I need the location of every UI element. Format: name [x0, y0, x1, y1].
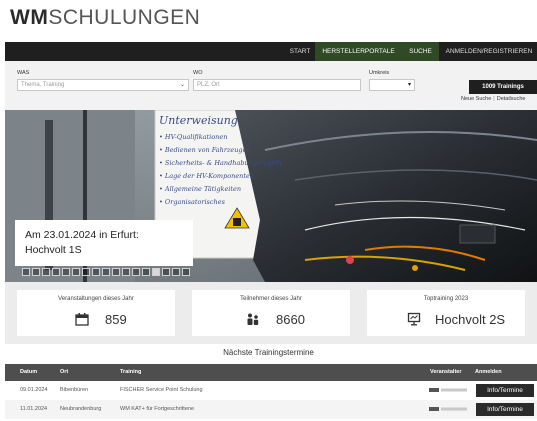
was-label: WAS	[17, 70, 30, 76]
wo-input-placeholder: PLZ, Ort	[197, 82, 220, 88]
calendar-icon	[75, 313, 89, 326]
info-termine-button[interactable]: Info/Termine	[476, 403, 534, 416]
slider-dot[interactable]	[112, 268, 120, 276]
stat-value: Hochvolt 2S	[435, 312, 506, 327]
logo-schulungen: SCHULUNGEN	[48, 6, 201, 29]
trainings-count-button[interactable]: 1009 Trainings	[469, 80, 537, 94]
nav-start[interactable]: START	[285, 42, 315, 61]
site-logo[interactable]: WMSCHULUNGEN	[10, 6, 200, 30]
slider-pagination	[22, 268, 190, 276]
nav-herstellerportale[interactable]: HERSTELLERPORTALE	[315, 42, 402, 61]
whiteboard-line: • Organisatorisches	[159, 198, 225, 206]
stat-value: 8660	[276, 312, 305, 327]
nav-anmelden-registrieren[interactable]: ANMELDEN/REGISTRIEREN	[441, 42, 537, 61]
cell-ort: Bibenbüren	[60, 387, 89, 393]
slider-dot[interactable]	[162, 268, 170, 276]
slider-dot[interactable]	[72, 268, 80, 276]
table-row: 11.01.2024 Neubrandenburg WM KAT+ für Fo…	[5, 400, 537, 419]
slider-dot[interactable]	[172, 268, 180, 276]
slider-dot[interactable]	[22, 268, 30, 276]
column-header-datum: Datum	[20, 369, 38, 375]
table-row: 09.01.2024 Bibenbüren FISCHER Service Po…	[5, 381, 537, 400]
whiteboard-line: • Bedienen von Fahrzeugen	[159, 146, 251, 154]
whiteboard-line: • Sicherheits- & Handhabungsregeln	[159, 159, 282, 167]
slider-dot[interactable]	[132, 268, 140, 276]
cell-datum: 09.01.2024	[20, 387, 48, 393]
whiteboard-text: Unterweisung • HV-Qualifikationen • Bedi…	[159, 114, 282, 206]
cell-training[interactable]: FISCHER Service Point Schulung	[120, 381, 203, 400]
slider-dot[interactable]	[92, 268, 100, 276]
table-header: Datum Ort Training Veranstalter Anmelden	[5, 364, 537, 381]
was-input[interactable]: Thema, Training ⌄	[17, 79, 189, 91]
whiteboard-line: Unterweisung	[159, 114, 238, 127]
people-icon	[247, 313, 259, 325]
hero-slider[interactable]: Unterweisung • HV-Qualifikationen • Bedi…	[5, 110, 537, 282]
stat-card-events: Veranstaltungen dieses Jahr 859	[17, 290, 175, 336]
stat-card-toptraining: Toptraining 2023 Hochvolt 2S	[367, 290, 525, 336]
nav-suche[interactable]: SUCHE	[402, 42, 439, 61]
presentation-icon	[407, 312, 421, 326]
chevron-down-icon: ▾	[407, 82, 411, 88]
stats-section: Veranstaltungen dieses Jahr 859 Teilnehm…	[5, 282, 537, 344]
search-bar: WAS Thema, Training ⌄ WO PLZ, Ort Umkrei…	[5, 61, 537, 110]
column-header-veranstalter: Veranstalter	[430, 369, 462, 375]
slider-dot[interactable]	[122, 268, 130, 276]
column-header-ort: Ort	[60, 369, 69, 375]
slider-dot[interactable]	[52, 268, 60, 276]
hero-caption-line2: Hochvolt 1S	[25, 244, 82, 256]
new-search-link[interactable]: Neue Suche	[461, 96, 491, 102]
slider-dot[interactable]	[42, 268, 50, 276]
slider-dot[interactable]	[142, 268, 150, 276]
whiteboard-line: • Lage der HV-Komponenten	[159, 172, 255, 180]
umkreis-select[interactable]: ▾	[369, 79, 415, 91]
column-header-anmelden: Anmelden	[475, 369, 502, 375]
slider-dot[interactable]	[82, 268, 90, 276]
wo-input[interactable]: PLZ, Ort	[193, 79, 361, 91]
stat-card-participants: Teilnehmer dieses Jahr 8660	[192, 290, 350, 336]
wo-label: WO	[193, 70, 203, 76]
hero-caption[interactable]: Am 23.01.2024 in Erfurt: Hochvolt 1S	[15, 220, 193, 266]
slider-dot[interactable]	[32, 268, 40, 276]
slider-dot[interactable]	[62, 268, 70, 276]
slider-dot[interactable]	[102, 268, 110, 276]
whiteboard-line: • Allgemeine Tätigkeiten	[159, 185, 242, 193]
info-termine-button[interactable]: Info/Termine	[476, 384, 534, 397]
organizer-logo	[429, 388, 467, 392]
logo-wm: WM	[10, 6, 49, 29]
section-title: Nächste Trainingstermine	[223, 348, 314, 357]
cell-datum: 11.01.2024	[20, 406, 48, 412]
organizer-logo	[429, 407, 467, 411]
chevron-down-icon: ⌄	[179, 82, 185, 88]
stat-value: 859	[105, 312, 127, 327]
slider-dot[interactable]	[182, 268, 190, 276]
stat-label: Toptraining 2023	[423, 296, 469, 302]
cell-ort: Neubrandenburg	[60, 406, 102, 412]
stat-label: Teilnehmer dieses Jahr	[240, 296, 302, 302]
column-header-training: Training	[120, 369, 142, 375]
hero-caption-line1: Am 23.01.2024 in Erfurt:	[25, 229, 139, 241]
umkreis-label: Umkreis	[369, 70, 390, 76]
slider-dot[interactable]	[152, 268, 160, 276]
whiteboard-line: • HV-Qualifikationen	[159, 133, 228, 141]
was-input-value: Thema, Training	[21, 82, 65, 88]
detail-search-link[interactable]: Detailsuche	[497, 96, 526, 102]
main-navigation: START HERSTELLERPORTALE SUCHE ANMELDEN/R…	[5, 42, 537, 61]
cell-training[interactable]: WM KAT+ für Fortgeschrittene	[120, 400, 194, 419]
stat-label: Veranstaltungen dieses Jahr	[58, 296, 134, 302]
search-links: Neue Suche | Detailsuche	[461, 96, 525, 102]
